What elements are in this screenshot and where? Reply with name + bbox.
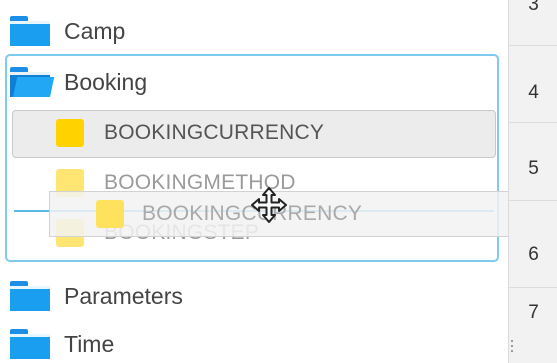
field-label: BOOKINGCURRENCY	[104, 121, 325, 144]
row-number-gutter: 3 4 5 6 7	[508, 0, 557, 363]
row-number: 7	[528, 302, 539, 323]
row-divider	[509, 45, 557, 46]
tree-folder-parameters[interactable]: Parameters	[10, 278, 183, 314]
row-divider	[509, 200, 557, 201]
row-divider	[509, 287, 557, 288]
folder-label: Camp	[64, 17, 126, 44]
folder-label: Time	[64, 330, 115, 357]
field-icon	[96, 200, 124, 228]
row-divider	[509, 122, 557, 123]
folder-label: Parameters	[64, 282, 183, 309]
folder-icon	[10, 16, 50, 46]
move-cursor-icon	[251, 187, 287, 223]
row-number: 6	[528, 244, 539, 265]
row-number: 5	[528, 158, 539, 179]
tree-folder-time[interactable]: Time	[10, 326, 114, 362]
row-number: 3	[528, 0, 539, 15]
row-number: 4	[528, 82, 539, 103]
tree-folder-camp[interactable]: Camp	[10, 13, 125, 49]
folder-open-icon	[10, 67, 55, 97]
field-icon	[56, 119, 84, 147]
tree-panel: Camp Booking BOOKINGCURRENCY BOOKINGMETH…	[0, 0, 534, 363]
tree-folder-booking[interactable]: Booking	[10, 64, 147, 100]
tree-field-bookingcurrency[interactable]: BOOKINGCURRENCY	[56, 113, 324, 153]
drag-ghost-item: BOOKINGCURRENCY	[49, 191, 534, 237]
resize-grip-icon[interactable]	[511, 340, 515, 358]
folder-label: Booking	[64, 68, 148, 95]
folder-icon	[10, 281, 50, 311]
folder-icon	[10, 329, 50, 359]
